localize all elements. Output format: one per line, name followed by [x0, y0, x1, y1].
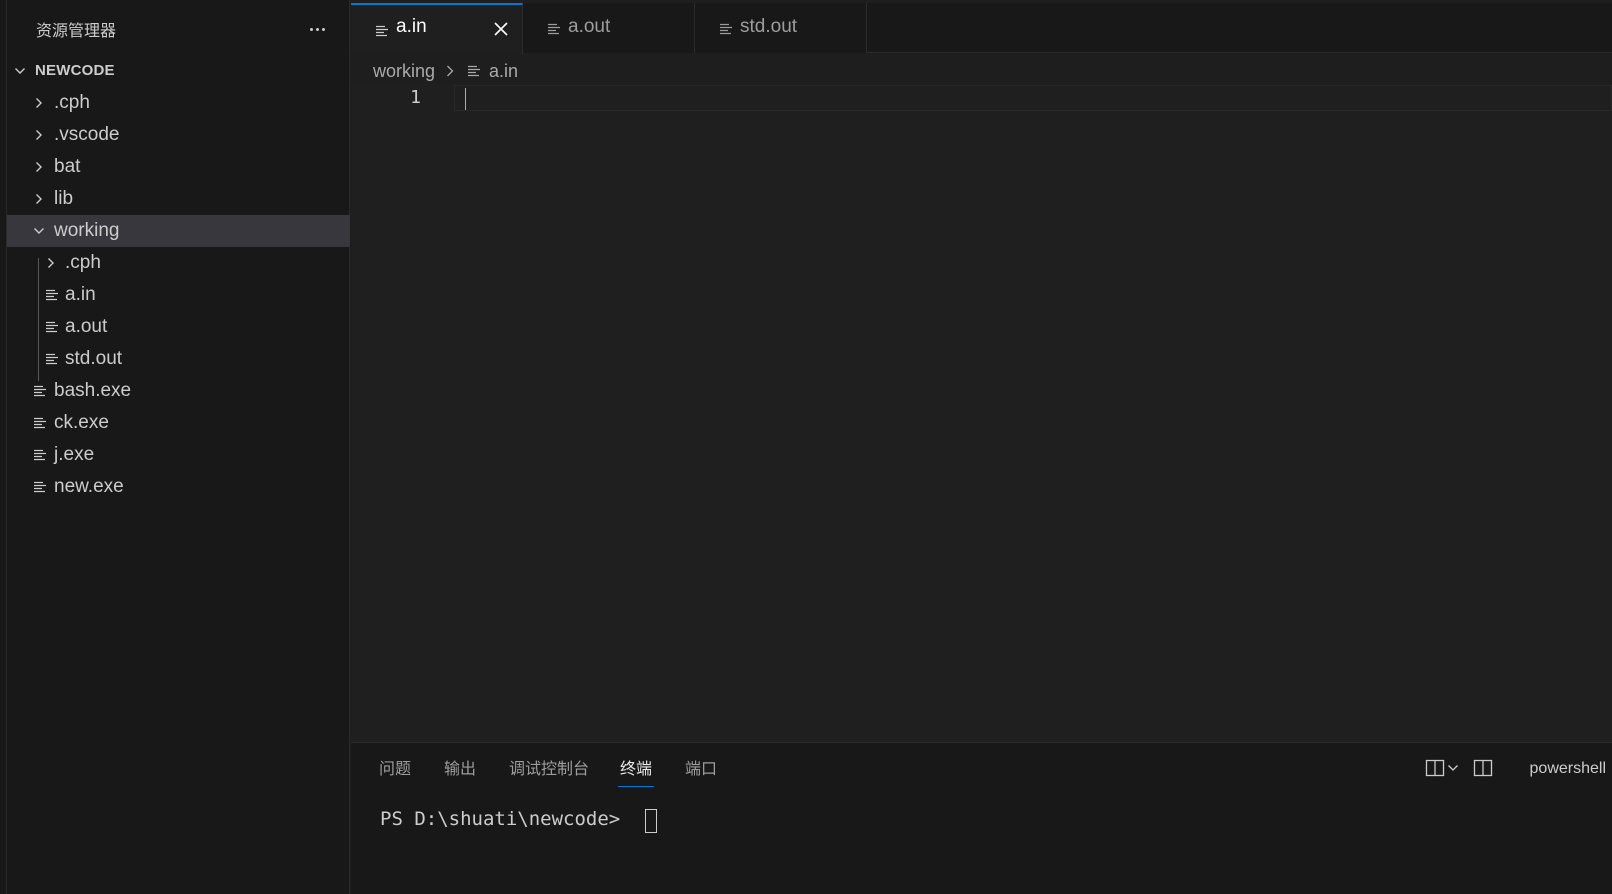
tree-item-label: .vscode: [54, 124, 120, 145]
tab-ports[interactable]: 端口: [685, 755, 717, 783]
ellipsis-icon[interactable]: [305, 17, 329, 41]
text-file-icon: [33, 384, 47, 398]
tree-item-label: ck.exe: [54, 412, 109, 433]
line-number: 1: [410, 87, 421, 108]
tab-debug-console[interactable]: 调试控制台: [509, 755, 589, 783]
text-file-icon: [467, 64, 481, 78]
tree-file-new-exe[interactable]: new.exe: [7, 471, 350, 503]
text-file-icon: [33, 480, 47, 494]
chevron-right-icon: [33, 161, 45, 173]
panel-tab-bar: 问题 输出 调试控制台 终端 端口 powershell: [351, 743, 1612, 793]
tree-file-a-in[interactable]: a.in: [7, 279, 350, 311]
split-terminal-icon[interactable]: [1424, 757, 1446, 779]
chevron-right-icon: [45, 257, 57, 269]
tree-folder-lib[interactable]: lib: [7, 183, 350, 215]
tab-output[interactable]: 输出: [444, 755, 476, 783]
tree-item-label: working: [54, 220, 120, 241]
tree-folder-vscode[interactable]: .vscode: [7, 119, 350, 151]
tree-file-std-out[interactable]: std.out: [7, 343, 350, 375]
terminal-prompt: PS D:\shuati\newcode>: [380, 808, 632, 830]
vscode-window: 资源管理器 NEWCODE .cph .vscode bat lib worki…: [0, 0, 1612, 894]
tree-item-label: a.out: [65, 316, 108, 337]
terminal-instance-icon: [1472, 757, 1494, 779]
tree-folder-working-cph[interactable]: .cph: [7, 247, 350, 279]
explorer-sidebar: 资源管理器 NEWCODE .cph .vscode bat lib worki…: [7, 0, 350, 894]
text-file-icon: [45, 320, 59, 334]
tree-item-label: std.out: [65, 348, 123, 369]
tree-item-label: bash.exe: [54, 380, 132, 401]
chevron-down-icon[interactable]: [1447, 762, 1459, 774]
breadcrumb-folder[interactable]: working: [373, 61, 435, 82]
chevron-down-icon: [14, 65, 26, 77]
tree-item-label: bat: [54, 156, 81, 177]
editor-tab-bar: a.in a.out std.out: [351, 3, 1612, 54]
text-file-icon: [45, 288, 59, 302]
tree-root-newcode[interactable]: NEWCODE: [7, 55, 350, 87]
text-file-icon: [375, 24, 389, 38]
editor-area[interactable]: 1: [351, 84, 1612, 742]
terminal-name[interactable]: powershell: [1530, 755, 1606, 783]
file-tree: NEWCODE .cph .vscode bat lib working .cp…: [7, 55, 350, 503]
tab-label: std.out: [740, 16, 798, 37]
explorer-title: 资源管理器: [36, 21, 117, 40]
text-file-icon: [33, 416, 47, 430]
chevron-down-icon: [33, 225, 45, 237]
chevron-right-icon: [33, 193, 45, 205]
text-cursor: [465, 88, 466, 110]
tree-root-label: NEWCODE: [35, 62, 115, 79]
explorer-header: 资源管理器: [7, 3, 350, 55]
tree-file-j-exe[interactable]: j.exe: [7, 439, 350, 471]
tree-folder-cph[interactable]: .cph: [7, 87, 350, 119]
tree-folder-bat[interactable]: bat: [7, 151, 350, 183]
text-file-icon: [547, 22, 561, 36]
text-file-icon: [45, 352, 59, 366]
activity-bar-edge: [0, 0, 7, 894]
tree-file-ck-exe[interactable]: ck.exe: [7, 407, 350, 439]
tree-file-bash-exe[interactable]: bash.exe: [7, 375, 350, 407]
bottom-panel: 问题 输出 调试控制台 终端 端口 powershell PS D:\shuat…: [351, 742, 1612, 894]
tree-folder-working[interactable]: working: [7, 215, 350, 247]
breadcrumb-file[interactable]: a.in: [489, 61, 518, 82]
breadcrumb: working a.in: [373, 57, 518, 85]
tab-problems[interactable]: 问题: [379, 755, 411, 783]
tree-item-label: a.in: [65, 284, 96, 305]
tab-terminal[interactable]: 终端: [617, 755, 655, 787]
terminal-cursor: [645, 809, 657, 833]
chevron-right-icon: [33, 129, 45, 141]
chevron-right-icon: [33, 97, 45, 109]
tree-item-label: .cph: [54, 92, 90, 113]
close-icon[interactable]: [492, 20, 510, 38]
tree-item-label: .cph: [65, 252, 101, 273]
current-line-highlight: [454, 85, 1612, 111]
tree-item-label: lib: [54, 188, 74, 209]
text-file-icon: [33, 448, 47, 462]
tree-item-label: j.exe: [54, 444, 95, 465]
chevron-right-icon: [443, 64, 457, 78]
tree-file-a-out[interactable]: a.out: [7, 311, 350, 343]
tab-std-out[interactable]: std.out: [695, 3, 867, 53]
tab-a-out[interactable]: a.out: [523, 3, 695, 53]
tree-item-label: new.exe: [54, 476, 124, 497]
tab-label: a.in: [396, 16, 427, 37]
text-file-icon: [719, 22, 733, 36]
tab-a-in[interactable]: a.in: [351, 3, 523, 54]
tab-label: a.out: [568, 16, 611, 37]
indent-guide: [38, 258, 39, 381]
